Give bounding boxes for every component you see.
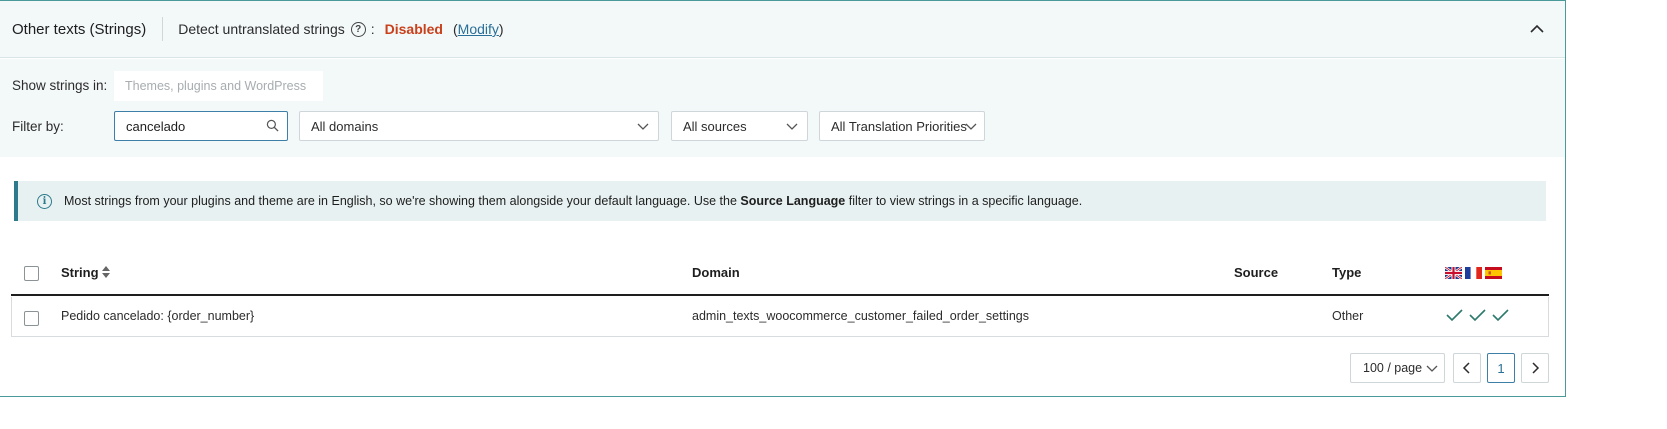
check-icon[interactable] xyxy=(1492,308,1509,322)
chevron-down-icon xyxy=(637,123,649,130)
source-select[interactable]: All sources xyxy=(671,111,808,141)
language-flags xyxy=(1445,267,1502,279)
domain-select-value: All domains xyxy=(311,119,379,134)
notice-bold: Source Language xyxy=(740,194,846,208)
column-type: Type xyxy=(1332,265,1362,280)
modify-wrapper: (Modify) xyxy=(453,21,504,37)
panel-title: Other texts (Strings) xyxy=(12,20,147,38)
chevron-down-icon xyxy=(965,123,977,130)
filters-area: Show strings in: Themes, plugins and Wor… xyxy=(0,59,1565,157)
show-strings-input[interactable]: Themes, plugins and WordPress xyxy=(114,71,323,101)
status-badge: Disabled xyxy=(384,21,443,37)
info-notice: i Most strings from your plugins and the… xyxy=(14,181,1546,221)
table-row[interactable]: Pedido cancelado: {order_number} admin_t… xyxy=(11,297,1549,337)
priority-select-value: All Translation Priorities xyxy=(831,119,967,134)
select-all-checkbox[interactable] xyxy=(24,266,39,281)
page-1-button[interactable]: 1 xyxy=(1487,353,1515,383)
column-domain: Domain xyxy=(692,265,740,280)
sort-icon[interactable] xyxy=(101,265,111,279)
notice-text: Most strings from your plugins and theme… xyxy=(64,194,1082,208)
notice-text-before: Most strings from your plugins and theme… xyxy=(64,194,741,208)
chevron-down-icon xyxy=(1426,365,1438,372)
search-input[interactable] xyxy=(115,112,260,140)
modify-paren-close: ) xyxy=(498,21,504,37)
prev-page-button[interactable] xyxy=(1453,353,1481,383)
strings-panel: Other texts (Strings) Detect untranslate… xyxy=(0,0,1566,397)
row-string[interactable]: Pedido cancelado: {order_number} xyxy=(61,309,254,323)
per-page-value: 100 / page xyxy=(1363,361,1423,375)
row-checkbox[interactable] xyxy=(24,311,39,326)
search-icon[interactable] xyxy=(266,119,279,132)
info-icon: i xyxy=(37,193,52,209)
notice-text-after: filter to view strings in a specific lan… xyxy=(845,194,1083,208)
filter-by-label: Filter by: xyxy=(12,119,64,134)
column-source: Source xyxy=(1234,265,1279,280)
chevron-up-icon[interactable] xyxy=(1529,21,1545,37)
show-strings-label: Show strings in: xyxy=(12,78,108,93)
column-string[interactable]: String xyxy=(61,265,99,280)
chevron-down-icon xyxy=(786,123,798,130)
search-field[interactable] xyxy=(114,111,288,141)
detect-colon: : xyxy=(370,21,375,37)
row-type: Other xyxy=(1332,309,1364,323)
detect-untranslated-label: Detect untranslated strings xyxy=(178,21,345,37)
fr-flag-icon xyxy=(1465,267,1482,279)
table-header: String Domain Source Type xyxy=(11,251,1549,296)
row-domain: admin_texts_woocommerce_customer_failed_… xyxy=(692,309,1029,323)
next-page-button[interactable] xyxy=(1521,353,1549,383)
current-page-number: 1 xyxy=(1497,360,1505,376)
help-icon[interactable]: ? xyxy=(350,21,366,37)
en-gb-flag-icon xyxy=(1445,267,1462,279)
check-icon[interactable] xyxy=(1446,308,1463,322)
panel-header: Other texts (Strings) Detect untranslate… xyxy=(0,1,1565,58)
per-page-select[interactable]: 100 / page xyxy=(1350,353,1445,383)
domain-select[interactable]: All domains xyxy=(299,111,659,141)
modify-link[interactable]: Modify xyxy=(458,21,499,37)
translation-status xyxy=(1446,308,1509,322)
header-divider xyxy=(162,17,164,41)
es-flag-icon xyxy=(1485,267,1502,279)
chevron-left-icon xyxy=(1462,362,1470,374)
check-icon[interactable] xyxy=(1469,308,1486,322)
chevron-right-icon xyxy=(1532,362,1540,374)
priority-select[interactable]: All Translation Priorities xyxy=(819,111,985,141)
source-select-value: All sources xyxy=(683,119,747,134)
